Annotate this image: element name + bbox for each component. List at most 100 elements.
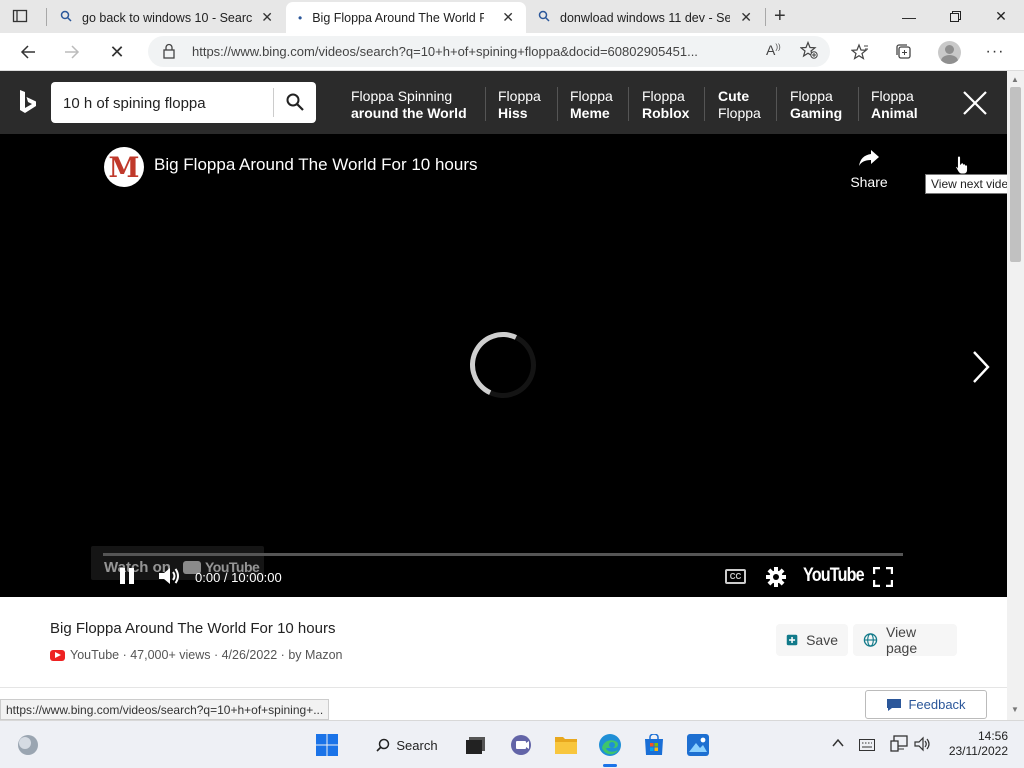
- microsoft-store-icon[interactable]: [640, 731, 668, 759]
- scroll-up-icon[interactable]: ▲: [1011, 75, 1019, 84]
- video-title[interactable]: Big Floppa Around The World For 10 hours: [154, 155, 478, 175]
- tab-title: go back to windows 10 - Search: [82, 10, 252, 25]
- next-video-icon[interactable]: [971, 350, 991, 389]
- tab-actions-icon[interactable]: [12, 8, 28, 24]
- favorites-icon[interactable]: [843, 33, 877, 71]
- related-floppa-gaming[interactable]: Floppa Gaming: [790, 88, 842, 122]
- show-hidden-icons-chevron-icon[interactable]: [832, 736, 844, 751]
- tab-search-windows10[interactable]: go back to windows 10 - Search ✕: [48, 2, 285, 33]
- share-icon: [859, 150, 879, 166]
- view-page-button[interactable]: View page: [853, 624, 957, 656]
- youtube-icon: [50, 649, 65, 661]
- save-icon: [786, 634, 798, 646]
- feedback-icon: [887, 698, 902, 711]
- feedback-button[interactable]: Feedback: [865, 690, 987, 719]
- more-options-icon[interactable]: ···: [978, 33, 1012, 71]
- chip-line: Animal: [871, 105, 918, 121]
- stop-loading-icon[interactable]: ✕: [100, 33, 134, 71]
- volume-icon[interactable]: [157, 564, 181, 593]
- video-progress-bar[interactable]: [103, 553, 903, 556]
- details-meta-text: YouTube · 47,000+ views · 4/26/2022 · by…: [70, 648, 343, 662]
- bing-logo-icon[interactable]: [18, 89, 38, 120]
- search-icon[interactable]: [286, 93, 304, 116]
- tab-title: donwload windows 11 dev - Sea: [560, 10, 730, 25]
- edge-browser-icon[interactable]: [596, 731, 624, 759]
- captions-button[interactable]: CC: [725, 569, 746, 584]
- photos-app-icon[interactable]: [684, 731, 712, 759]
- save-button[interactable]: Save: [776, 624, 848, 656]
- loading-icon: •: [298, 10, 303, 25]
- divider: [0, 687, 1007, 688]
- pause-icon[interactable]: [119, 566, 135, 591]
- page-scrollbar[interactable]: ▲ ▼: [1007, 71, 1024, 720]
- related-floppa-animal[interactable]: Floppa Animal: [871, 88, 918, 122]
- search-icon: [60, 10, 72, 25]
- globe-icon: [863, 633, 878, 647]
- bing-header: Floppa Spinningaround the World FloppaHi…: [0, 71, 1007, 134]
- forward-icon[interactable]: [55, 33, 89, 71]
- tab-download-windows11[interactable]: donwload windows 11 dev - Sea ✕: [526, 2, 764, 33]
- details-meta: YouTube · 47,000+ views · 4/26/2022 · by…: [50, 648, 343, 662]
- chip-line: Floppa: [790, 88, 833, 104]
- related-floppa-meme[interactable]: Floppa Meme: [570, 88, 613, 122]
- close-icon[interactable]: ✕: [740, 9, 752, 26]
- related-floppa-roblox[interactable]: Floppa Roblox: [642, 88, 689, 122]
- view-page-label: View page: [885, 624, 918, 656]
- related-floppa-spinning[interactable]: Floppa Spinning around the World: [351, 88, 467, 122]
- chip-line: Roblox: [642, 105, 690, 121]
- close-icon[interactable]: ✕: [261, 9, 273, 26]
- close-window-icon[interactable]: ✕: [978, 0, 1024, 33]
- teams-chat-icon[interactable]: [507, 731, 535, 759]
- navigation-bar: ✕ https://www.bing.com/videos/search?q=1…: [0, 33, 1024, 71]
- search-icon: [538, 10, 550, 25]
- close-icon[interactable]: ✕: [502, 9, 514, 26]
- address-bar[interactable]: https://www.bing.com/videos/search?q=10+…: [148, 36, 830, 67]
- chip-line: Hiss: [498, 105, 528, 121]
- clock-date: 23/11/2022: [948, 744, 1008, 758]
- restore-icon[interactable]: [932, 0, 978, 33]
- tab-big-floppa[interactable]: • Big Floppa Around The World Fo ✕: [286, 2, 526, 33]
- related-cute-floppa[interactable]: Cute Floppa: [718, 88, 761, 122]
- keyboard-icon[interactable]: [859, 738, 875, 756]
- add-favorite-icon[interactable]: [799, 40, 818, 64]
- close-overlay-icon[interactable]: [962, 90, 988, 121]
- search-box: [51, 82, 316, 123]
- settings-gear-icon[interactable]: [765, 566, 787, 593]
- lock-icon[interactable]: [162, 43, 176, 64]
- scrollbar-thumb[interactable]: [1010, 87, 1021, 262]
- scroll-down-icon[interactable]: ▼: [1011, 705, 1019, 714]
- youtube-wordmark[interactable]: YouTube: [803, 565, 865, 587]
- start-windows-icon[interactable]: [313, 731, 341, 759]
- new-tab-icon[interactable]: +: [774, 6, 786, 26]
- read-aloud-icon[interactable]: A)): [766, 42, 781, 58]
- network-icon[interactable]: [890, 735, 908, 758]
- collections-icon[interactable]: [887, 33, 921, 71]
- file-explorer-icon[interactable]: [552, 731, 580, 759]
- clock[interactable]: 14:56 23/11/2022: [944, 729, 1008, 759]
- loading-spinner-icon: [460, 322, 546, 408]
- chip-separator: [557, 87, 558, 121]
- task-view-icon[interactable]: [462, 731, 490, 759]
- back-icon[interactable]: [11, 33, 45, 71]
- url-text: https://www.bing.com/videos/search?q=10+…: [192, 44, 698, 59]
- channel-avatar[interactable]: M: [104, 147, 144, 187]
- profile-avatar-icon[interactable]: [938, 41, 961, 64]
- tab-separator: [765, 8, 766, 26]
- details-title[interactable]: Big Floppa Around The World For 10 hours: [50, 620, 335, 637]
- related-floppa-hiss[interactable]: Floppa Hiss: [498, 88, 541, 122]
- fullscreen-icon[interactable]: [872, 566, 894, 592]
- tab-strip: go back to windows 10 - Search ✕ • Big F…: [0, 0, 1024, 33]
- active-app-indicator: [603, 764, 617, 767]
- search-input[interactable]: [63, 92, 263, 114]
- taskbar-search-button[interactable]: Search: [362, 730, 452, 760]
- video-time: 0:00 / 10:00:00: [195, 570, 282, 585]
- minimize-icon[interactable]: —: [886, 0, 932, 33]
- widgets-icon[interactable]: [14, 731, 42, 759]
- chip-line: around the World: [351, 105, 467, 121]
- chip-line: Floppa: [498, 88, 541, 104]
- windows-taskbar: Search 14:56 23/11/2022: [0, 720, 1024, 768]
- volume-icon[interactable]: [914, 735, 932, 758]
- chip-line: Cute: [718, 88, 750, 104]
- share-button[interactable]: Share: [849, 148, 889, 190]
- video-player[interactable]: M Big Floppa Around The World For 10 hou…: [0, 134, 1021, 597]
